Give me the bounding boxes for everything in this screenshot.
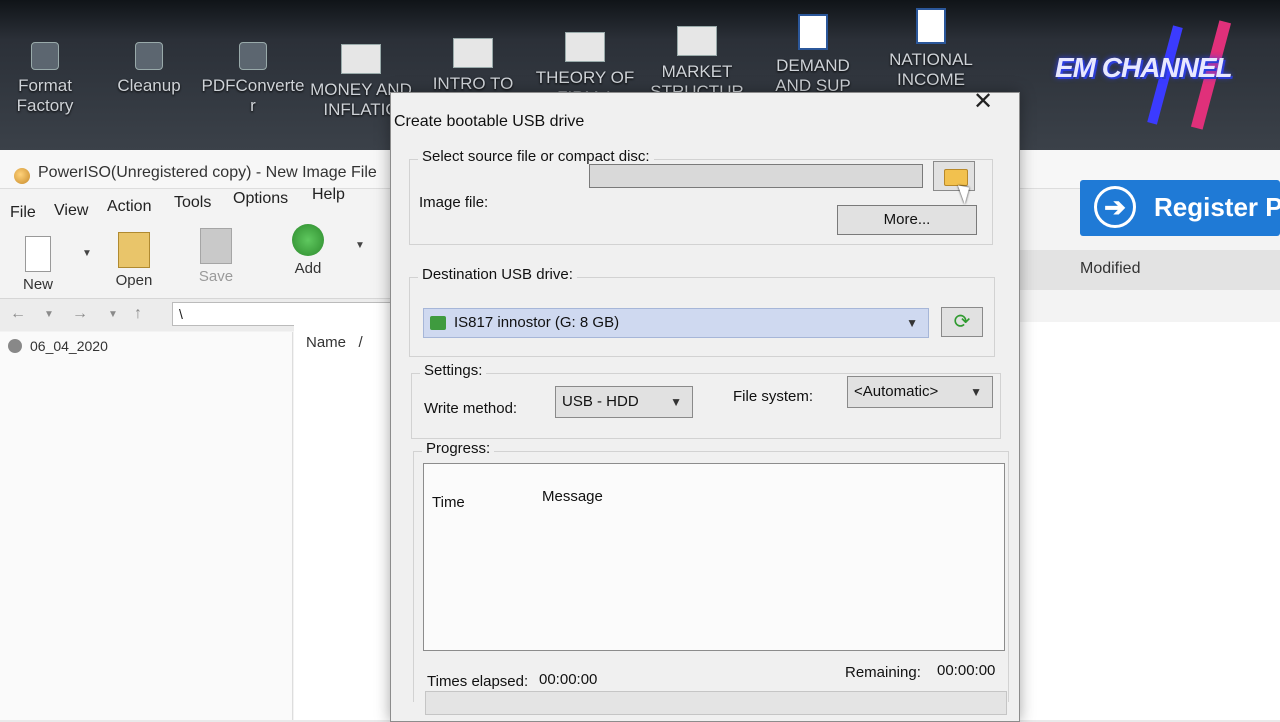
word-document-icon [916, 8, 946, 44]
desktop-icon-pdfconverter[interactable]: PDFConverte r [198, 42, 308, 116]
chevron-down-icon: ▼ [970, 385, 982, 399]
settings-group-label: Settings: [420, 362, 487, 379]
create-bootable-usb-dialog: Create bootable USB drive ✕ Select sourc… [390, 88, 1020, 722]
register-button[interactable]: ➔ Register Po [1080, 180, 1280, 236]
refresh-icon: ⟳ [953, 311, 971, 333]
destination-group-label: Destination USB drive: [418, 266, 577, 283]
chevron-down-icon: ▼ [670, 395, 682, 409]
back-dropdown-icon[interactable]: ▼ [44, 309, 54, 320]
poweriso-app-icon [14, 168, 30, 184]
file-system-value: <Automatic> [854, 383, 939, 400]
toolbar: New ▼ Open Save Add ▼ [0, 220, 400, 300]
window-title: PowerISO(Unregistered copy) - New Image … [38, 164, 377, 181]
more-button[interactable]: More... [837, 205, 977, 235]
format-factory-icon [31, 42, 59, 70]
desktop-icon-cleanup[interactable]: Cleanup [94, 42, 204, 96]
add-button[interactable]: Add [278, 224, 338, 277]
pdf-converter-icon [239, 42, 267, 70]
register-label: Register Po [1154, 192, 1280, 222]
dialog-title: Create bootable USB drive [394, 113, 585, 130]
document-icon [565, 32, 605, 62]
folder-tree: 06_04_2020 [0, 332, 293, 720]
forward-dropdown-icon[interactable]: ▼ [108, 309, 118, 320]
menu-bar: File View Action Tools Options Help [0, 186, 400, 221]
open-button[interactable]: Open [104, 232, 164, 289]
add-dropdown-arrow-icon[interactable]: ▼ [355, 240, 365, 251]
word-document-icon [798, 14, 828, 50]
add-icon [292, 224, 324, 256]
desktop-icon-format-factory[interactable]: Format Factory [0, 42, 100, 116]
document-icon [453, 38, 493, 68]
new-button[interactable]: New [8, 236, 68, 293]
new-file-icon [25, 236, 51, 272]
new-button-label: New [22, 276, 53, 293]
image-file-label: Image file: [419, 194, 489, 211]
channel-watermark: EM CHANNEL [1055, 20, 1255, 130]
save-button[interactable]: Save [186, 228, 246, 285]
tree-item-label: 06_04_2020 [30, 338, 108, 354]
desktop-icon-label: Format Factory [16, 76, 74, 115]
desktop-icon-market-structure[interactable]: MARKET STRUCTUR [642, 26, 752, 102]
disc-icon [8, 339, 22, 353]
column-header-strip: Modified [1010, 250, 1280, 290]
image-file-input[interactable] [589, 164, 923, 188]
usb-drive-icon [430, 316, 446, 330]
destination-usb-select[interactable]: IS817 innostor (G: 8 GB) ▼ [423, 308, 929, 338]
column-header-name[interactable]: Name / [306, 334, 363, 351]
progress-log-list[interactable]: Time Message [423, 463, 1005, 651]
desktop-icon-demand-and-supply[interactable]: DEMAND AND SUP [758, 14, 868, 96]
remaining-value: 00:00:00 [937, 662, 996, 679]
column-name-label: Name [306, 334, 347, 351]
menu-tools[interactable]: Tools [174, 194, 211, 212]
sort-indicator: / [358, 334, 363, 351]
write-method-label: Write method: [424, 400, 518, 417]
column-header-message: Message [542, 488, 603, 505]
desktop-icon-label: NATIONAL INCOME [889, 50, 973, 89]
write-method-select[interactable]: USB - HDD ▼ [555, 386, 693, 418]
destination-usb-value: IS817 innostor (G: 8 GB) [454, 314, 620, 331]
remaining-label: Remaining: [845, 664, 921, 681]
close-icon[interactable]: ✕ [963, 85, 1003, 119]
up-arrow-icon[interactable]: ↑ [134, 305, 142, 323]
write-method-value: USB - HDD [562, 393, 639, 410]
menu-help[interactable]: Help [312, 186, 345, 204]
desktop-icon-label: Cleanup [117, 76, 181, 95]
watermark-text: EM CHANNEL [1055, 52, 1233, 83]
column-header-modified[interactable]: Modified [1080, 260, 1140, 278]
tree-item[interactable]: 06_04_2020 [8, 338, 108, 354]
column-header-time: Time [432, 494, 465, 511]
back-arrow-icon[interactable]: ← [10, 305, 26, 323]
progress-group-label: Progress: [422, 440, 495, 457]
add-button-label: Add [294, 260, 322, 277]
desktop-icon-national-income[interactable]: NATIONAL INCOME [876, 8, 986, 90]
arrow-right-circle-icon: ➔ [1094, 186, 1136, 228]
elapsed-label: Times elapsed: [427, 673, 529, 690]
document-icon [677, 26, 717, 56]
source-group-label: Select source file or compact disc: [418, 148, 654, 165]
file-system-label: File system: [733, 388, 814, 405]
cleanup-icon [135, 42, 163, 70]
menu-view[interactable]: View [54, 202, 88, 220]
desktop-icon-label: DEMAND AND SUP [775, 56, 851, 95]
progress-bar [425, 691, 1007, 715]
desktop-icon-label: PDFConverte r [201, 76, 305, 115]
refresh-button[interactable]: ⟳ [941, 307, 983, 337]
elapsed-value: 00:00:00 [539, 671, 598, 688]
new-dropdown-arrow-icon[interactable]: ▼ [82, 248, 92, 259]
chevron-down-icon: ▼ [906, 316, 918, 330]
menu-action[interactable]: Action [107, 198, 151, 216]
save-button-label: Save [198, 268, 234, 285]
document-icon [341, 44, 381, 74]
file-system-select[interactable]: <Automatic> ▼ [847, 376, 993, 408]
open-button-label: Open [115, 272, 153, 289]
save-icon [200, 228, 232, 264]
forward-arrow-icon[interactable]: → [72, 305, 88, 323]
open-folder-icon [118, 232, 150, 268]
menu-options[interactable]: Options [233, 190, 288, 208]
